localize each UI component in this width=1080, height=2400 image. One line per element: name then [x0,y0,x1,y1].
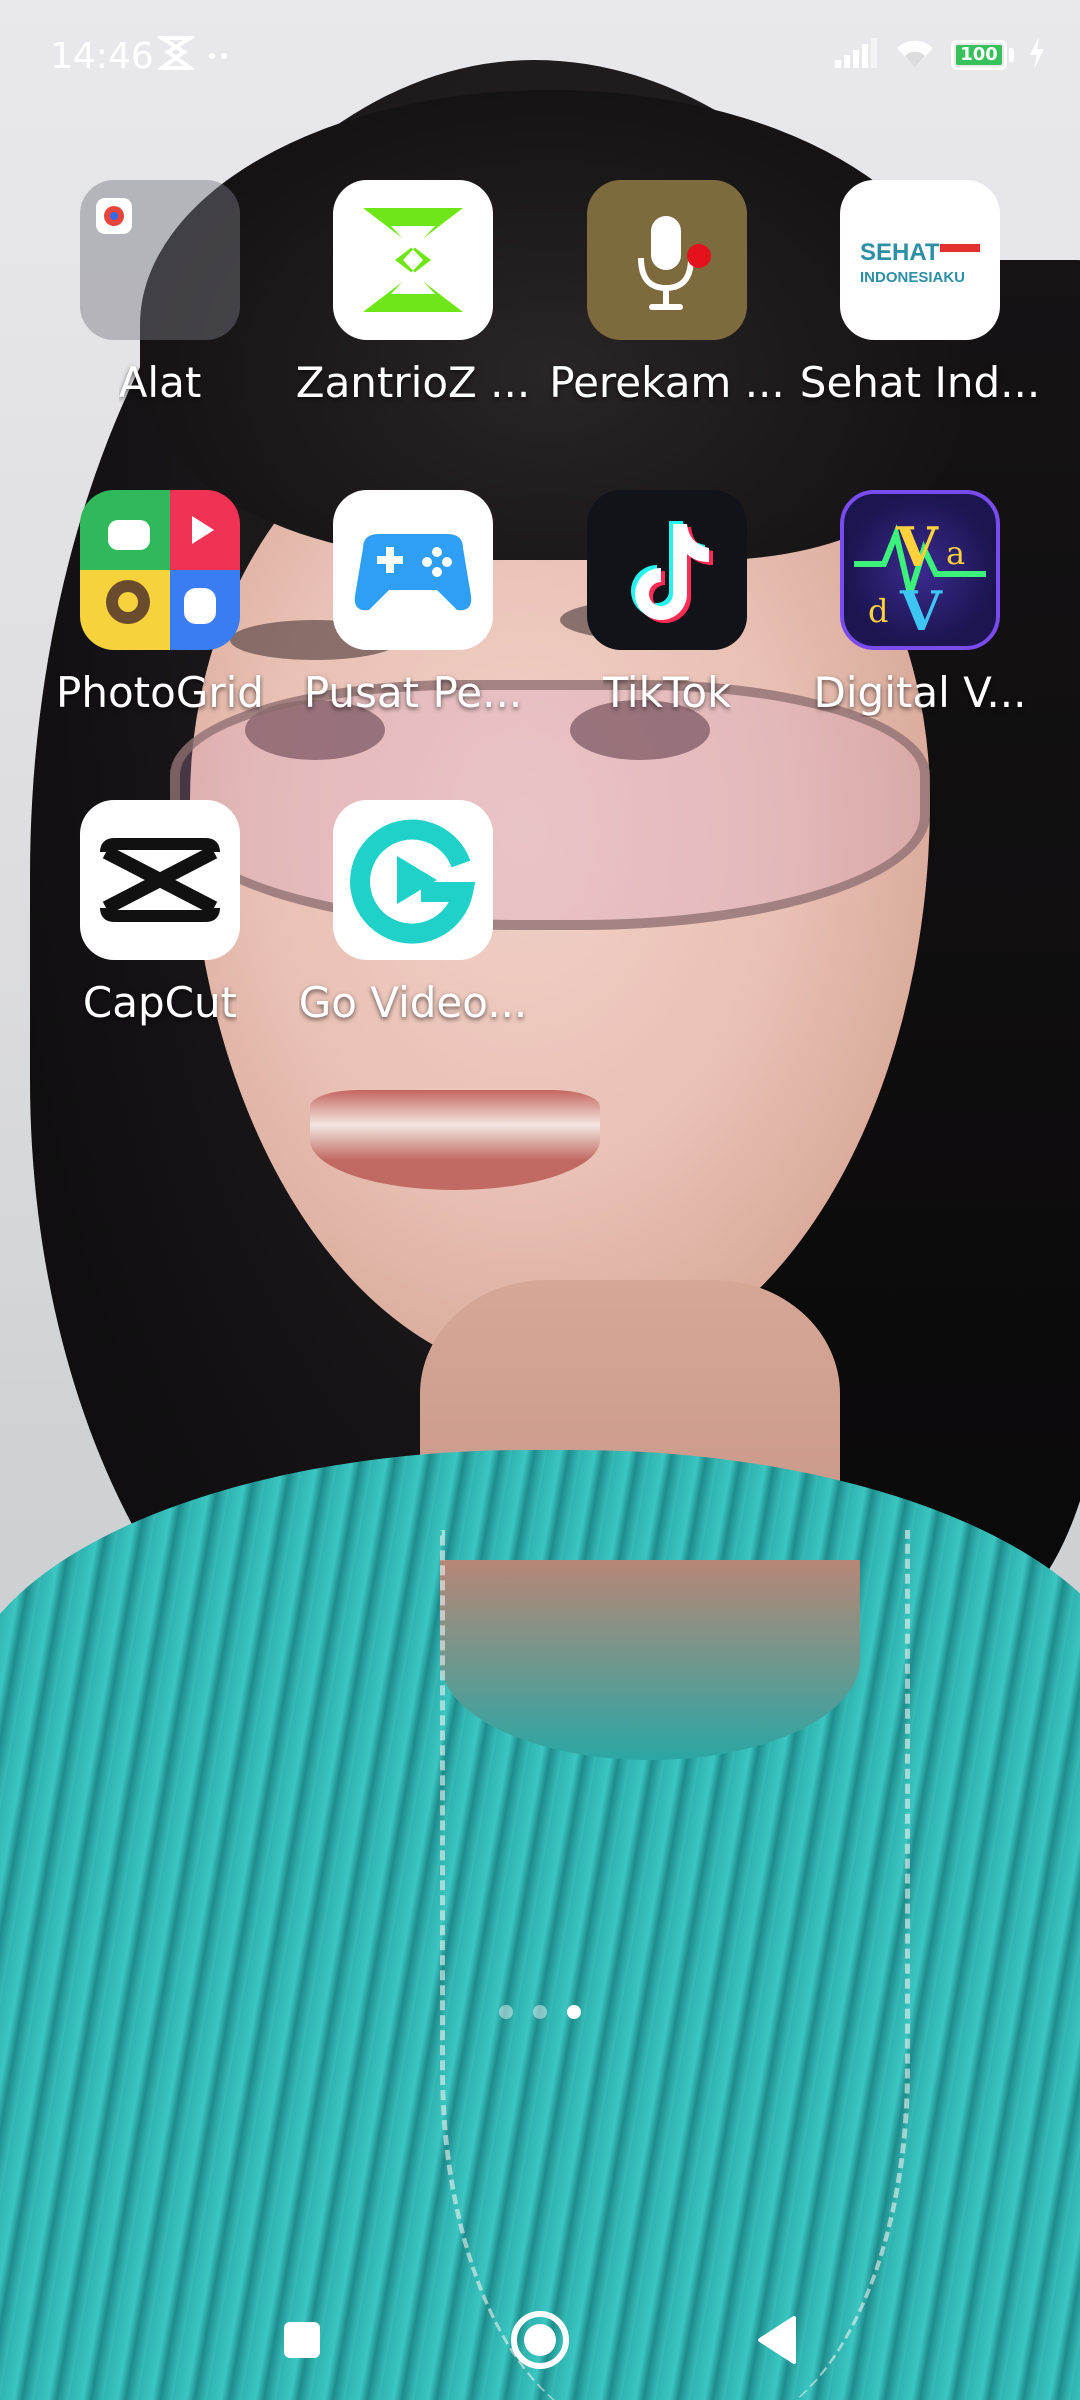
status-system-icons: 100 [835,36,1046,74]
app-tiktok[interactable]: TikTok [540,490,794,740]
wifi-icon [893,36,937,74]
tiktok-icon [587,490,747,650]
digital-v-letter-1: V [895,515,939,579]
sehat-indonesiaku-icon: SEHAT INDONESIAKU [840,180,1000,340]
page-indicator[interactable] [0,2005,1080,2019]
zantrioz-icon [333,180,493,340]
digital-v-icon: V a d V [840,490,1000,650]
app-label: Go Video... [298,978,528,1027]
digital-v-letter-3: d [868,592,888,630]
app-label: PhotoGrid [56,668,264,717]
charging-icon [1028,37,1046,73]
status-time: 14:46 [50,36,154,77]
status-bar: 14:46 100 [0,0,1080,120]
wallpaper-mouth [310,1090,600,1190]
app-go-video[interactable]: Go Video... [286,800,540,1050]
app-label: Sehat Ind... [799,358,1041,407]
app-label: ZantrioZ ... [295,358,531,407]
sehat-logo-line1: SEHAT [860,239,940,266]
signal-icon [835,38,879,72]
go-video-icon [333,800,493,960]
battery-cap [1009,48,1014,62]
sehat-logo-line2: INDONESIAKU [860,269,966,286]
app-label: Pusat Pe... [303,668,523,717]
battery-icon: 100 [951,40,1007,70]
app-sehat-indonesiaku[interactable]: SEHAT INDONESIAKU Sehat Ind... [793,180,1047,430]
home-icon [511,2311,569,2369]
app-alat-folder[interactable]: Alat [33,180,287,430]
app-game-center[interactable]: Pusat Pe... [286,490,540,740]
status-notification-icons [155,36,232,74]
back-icon [758,2316,796,2364]
sehat-logo-flag [940,244,980,252]
photogrid-icon [80,490,240,650]
recents-icon [284,2322,320,2358]
folder-icon [80,180,240,340]
game-center-icon [333,490,493,650]
navigation-bar [0,2260,1080,2400]
app-photogrid[interactable]: PhotoGrid [33,490,287,740]
app-voice-recorder[interactable]: Perekam ... [540,180,794,430]
battery-level: 100 [960,44,998,65]
home-button[interactable] [500,2300,580,2380]
page-dot[interactable] [499,2005,513,2019]
capcut-icon [80,800,240,960]
recents-button[interactable] [262,2300,342,2380]
app-label: Digital V... [813,668,1027,717]
digital-v-letter-2: a [946,534,965,572]
app-label: CapCut [82,978,238,1027]
more-notifications-icon [208,46,232,65]
page-dot-active[interactable] [567,2005,581,2019]
app-label: Alat [118,358,202,407]
zantrioz-notification-icon [155,36,197,74]
app-label: TikTok [602,668,732,717]
voice-recorder-icon [587,180,747,340]
digital-v-letter-4: V [899,579,943,643]
app-label: Perekam ... [549,358,785,407]
back-button[interactable] [738,2300,818,2380]
app-capcut[interactable]: CapCut [33,800,287,1050]
page-dot[interactable] [533,2005,547,2019]
app-digital-v[interactable]: V a d V Digital V... [793,490,1047,740]
app-zantrioz[interactable]: ZantrioZ ... [286,180,540,430]
